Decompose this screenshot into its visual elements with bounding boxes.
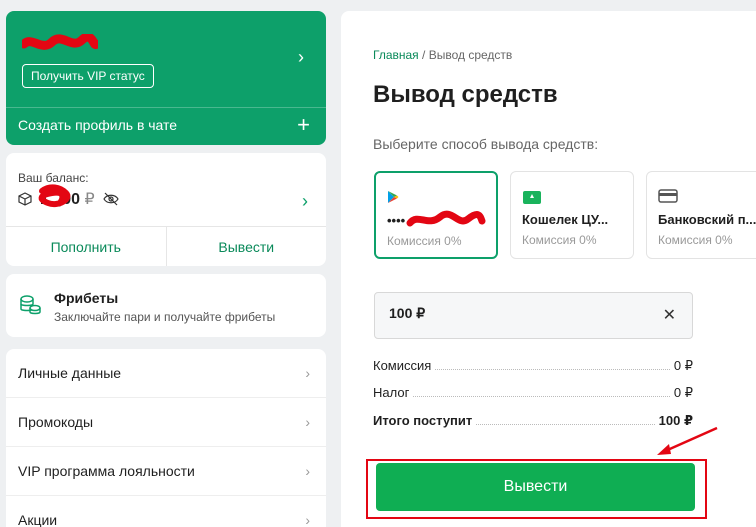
left-column: › Получить VIP статус Создать профиль в … [6,11,326,527]
highlight-box: Вывести [366,459,707,519]
create-chat-profile-link[interactable]: Создать профиль в чате [18,117,177,133]
method-card-bank-card[interactable]: Банковский п... Комиссия 0% [646,171,756,259]
freebets-card[interactable]: Фрибеты Заключайте пари и получайте фриб… [6,274,326,337]
method-fee: Комиссия 0% [387,234,462,248]
menu-item-vip-program[interactable]: VIP программа лояльности › [6,447,326,496]
freebets-subtitle: Заключайте пари и получайте фрибеты [54,310,276,324]
profile-card: › Получить VIP статус Создать профиль в … [6,11,326,145]
method-fee: Комиссия 0% [658,233,733,247]
chevron-right-icon: › [305,365,310,381]
deposit-button[interactable]: Пополнить [6,227,167,266]
account-menu: Личные данные › Промокоды › VIP программа … [6,349,326,527]
menu-item-personal-data[interactable]: Личные данные › [6,349,326,398]
withdraw-button[interactable]: Вывести [167,227,327,266]
method-fee: Комиссия 0% [522,233,597,247]
bank-card-icon [658,189,678,203]
divider [6,107,326,108]
balance-card: Ваш баланс: 1..,00 ₽ › Пополнить Вывести [6,153,326,266]
breadcrumb-current: Вывод средств [428,48,513,62]
choose-method-label: Выберите способ вывода средств: [373,136,599,152]
coins-icon [20,295,41,315]
breadcrumb: Главная / Вывод средств [373,48,513,62]
total-row: Итого поступит 100 ₽ [373,413,693,428]
method-title: Банковский п... [658,212,756,227]
get-vip-button[interactable]: Получить VIP статус [22,64,154,88]
plus-icon[interactable]: + [297,112,310,138]
tax-row: Налог 0 ₽ [373,385,693,400]
wallet-icon [523,191,541,204]
profile-chevron-icon[interactable]: › [298,47,304,68]
redacted-username [22,34,98,50]
redacted-balance [38,184,71,207]
redacted-account [406,210,486,227]
page-title: Вывод средств [373,81,558,108]
clear-icon[interactable]: ✕ [663,305,676,325]
balance-amount: 1..,00 ₽ [38,184,95,209]
freebets-title: Фрибеты [54,290,119,306]
fee-row: Комиссия 0 ₽ [373,358,693,373]
chevron-right-icon: › [305,512,310,527]
method-card-google-play[interactable]: •••• Комиссия 0% [374,171,498,259]
cube-icon [18,192,32,206]
balance-chevron-icon[interactable]: › [302,191,308,212]
method-title: Кошелек ЦУ... [522,212,609,227]
amount-input[interactable] [389,305,639,321]
menu-item-promocodes[interactable]: Промокоды › [6,398,326,447]
method-card-wallet[interactable]: Кошелек ЦУ... Комиссия 0% [510,171,634,259]
submit-withdraw-button[interactable]: Вывести [376,463,695,511]
chevron-right-icon: › [305,463,310,479]
google-play-icon [388,191,399,203]
breadcrumb-home[interactable]: Главная [373,48,419,62]
eye-off-icon[interactable] [102,192,119,206]
amount-field[interactable]: ✕ [374,292,693,339]
chevron-right-icon: › [305,414,310,430]
annotation-arrow-icon [657,426,718,455]
menu-item-promotions[interactable]: Акции › [6,496,326,527]
